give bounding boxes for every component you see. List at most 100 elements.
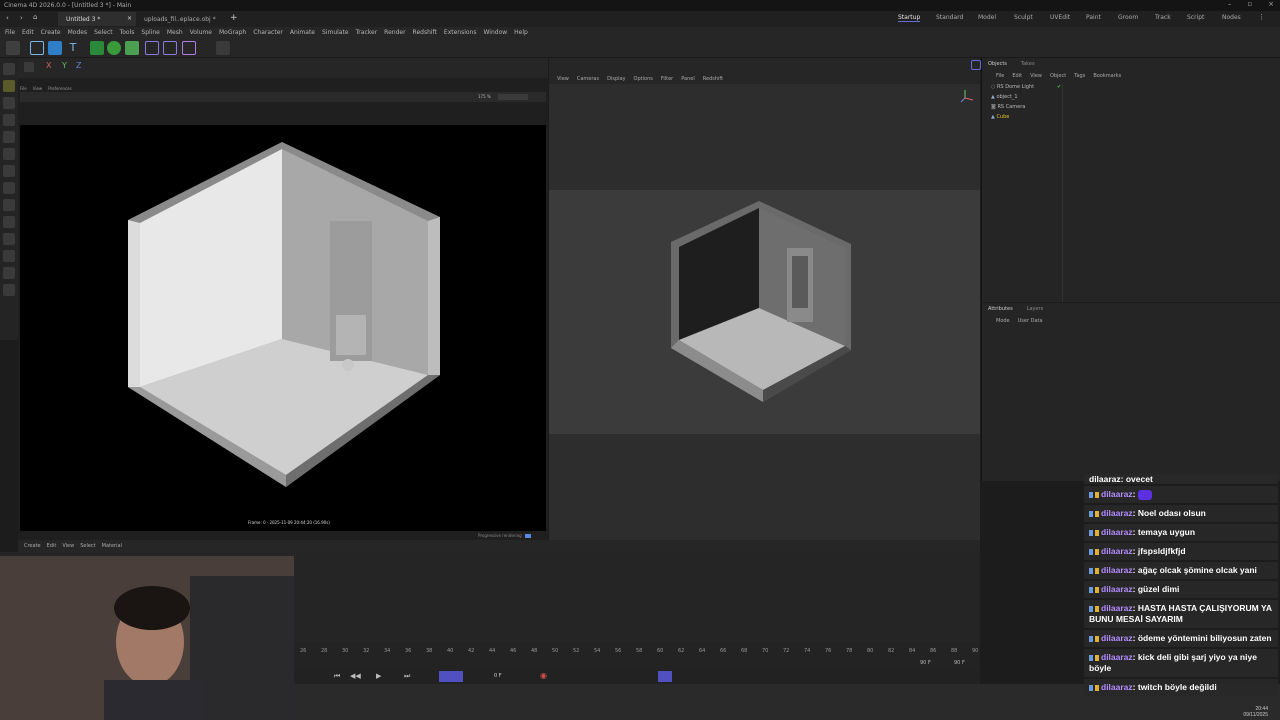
sphere-icon[interactable] xyxy=(48,41,62,55)
chat-username[interactable]: dilaaraz xyxy=(1101,603,1133,613)
layout-tab-startup[interactable]: Startup xyxy=(898,14,921,22)
layout-tab-paint[interactable]: Paint xyxy=(1086,14,1101,21)
object-item-cube[interactable]: ▲ Cube xyxy=(991,114,1009,120)
menu-redshift[interactable]: Redshift xyxy=(413,29,437,36)
layout-tab-model[interactable]: Model xyxy=(978,14,996,21)
rotate-icon[interactable] xyxy=(3,131,15,143)
chat-username[interactable]: dilaaraz xyxy=(1101,546,1133,556)
obj-menu-bookmarks[interactable]: Bookmarks xyxy=(1093,73,1121,79)
layout-tab-standard[interactable]: Standard xyxy=(936,14,963,21)
menu-tools[interactable]: Tools xyxy=(120,29,135,36)
tab-layers[interactable]: Layers xyxy=(1027,306,1044,312)
3d-viewport[interactable] xyxy=(549,84,980,540)
menu-window[interactable]: Window xyxy=(484,29,508,36)
obj-menu-tags[interactable]: Tags xyxy=(1074,73,1085,79)
object-item-rs-camera[interactable]: ◙ RS Camera xyxy=(991,104,1025,110)
layout-tab-script[interactable]: Script xyxy=(1187,14,1204,21)
minimize-icon[interactable]: – xyxy=(1228,0,1232,8)
snap-icon[interactable] xyxy=(216,41,230,55)
move-icon[interactable] xyxy=(3,114,15,126)
polygons-mode-icon[interactable] xyxy=(3,199,15,211)
edges-mode-icon[interactable] xyxy=(3,182,15,194)
cloner-icon[interactable] xyxy=(107,41,121,55)
chat-username[interactable]: dilaaraz xyxy=(1101,584,1133,594)
menu-edit[interactable]: Edit xyxy=(22,29,34,36)
axis-y-icon[interactable]: Y xyxy=(62,61,67,70)
text-tool-icon[interactable]: T xyxy=(66,41,80,55)
mograph-icon[interactable] xyxy=(90,41,104,55)
tab-objects[interactable]: Objects xyxy=(988,61,1007,67)
mat-menu-select[interactable]: Select xyxy=(80,543,95,549)
menu-mesh[interactable]: Mesh xyxy=(167,29,183,36)
menu-extensions[interactable]: Extensions xyxy=(444,29,477,36)
spline-shape-icon[interactable] xyxy=(163,41,177,55)
render-zoom[interactable]: 175 % xyxy=(478,94,491,99)
deformer-icon[interactable] xyxy=(125,41,139,55)
chat-username[interactable]: dilaaraz xyxy=(1101,565,1133,575)
forward-icon[interactable]: › xyxy=(20,14,23,22)
menu-simulate[interactable]: Simulate xyxy=(322,29,349,36)
menu-spline[interactable]: Spline xyxy=(141,29,159,36)
menu-tracker[interactable]: Tracker xyxy=(356,29,378,36)
chat-username[interactable]: dilaaraz xyxy=(1101,527,1133,537)
new-tab-icon[interactable]: + xyxy=(230,13,238,23)
render-settings-icon[interactable] xyxy=(24,62,34,72)
vp-menu-display[interactable]: Display xyxy=(607,76,625,82)
sculpt-icon[interactable] xyxy=(3,284,15,296)
vp-menu-view[interactable]: View xyxy=(557,76,569,82)
render-menu-file[interactable]: File xyxy=(20,86,27,91)
vp-menu-filter[interactable]: Filter xyxy=(661,76,673,82)
live-selection-icon[interactable] xyxy=(3,80,15,92)
keyframe-mode-toggle[interactable] xyxy=(658,671,672,682)
menu-render[interactable]: Render xyxy=(384,29,405,36)
tab-takes[interactable]: Takes xyxy=(1021,61,1035,67)
menu-modes[interactable]: Modes xyxy=(68,29,87,36)
check-icon[interactable]: ✔ xyxy=(1057,84,1061,90)
chat-username[interactable]: dilaaraz xyxy=(1101,508,1133,518)
obj-menu-view[interactable]: View xyxy=(1030,73,1042,79)
render-controls[interactable] xyxy=(402,61,562,73)
layout-tab-track[interactable]: Track xyxy=(1155,14,1171,21)
chat-username[interactable]: dilaaraz xyxy=(1101,682,1133,692)
record-icon[interactable]: ◉ xyxy=(540,671,547,680)
viewport-active-icon[interactable] xyxy=(971,60,981,70)
obj-menu-edit[interactable]: Edit xyxy=(1012,73,1022,79)
chat-username[interactable]: dilaaraz xyxy=(1101,489,1133,499)
menu-help[interactable]: Help xyxy=(514,29,528,36)
more-icon[interactable]: ⋮ xyxy=(1258,13,1265,21)
paint-icon[interactable] xyxy=(3,216,15,228)
menu-file[interactable]: File xyxy=(5,29,15,36)
tab-attributes[interactable]: Attributes xyxy=(988,306,1013,312)
render-menu-view[interactable]: View xyxy=(33,86,43,91)
menu-mograph[interactable]: MoGraph xyxy=(219,29,246,36)
axis-x-icon[interactable]: X xyxy=(46,61,51,70)
loop-toggle[interactable] xyxy=(439,671,463,682)
mat-menu-edit[interactable]: Edit xyxy=(47,543,57,549)
menu-animate[interactable]: Animate xyxy=(290,29,315,36)
mat-menu-material[interactable]: Material xyxy=(102,543,122,549)
vp-menu-redshift[interactable]: Redshift xyxy=(703,76,723,82)
obj-menu-object[interactable]: Object xyxy=(1050,73,1066,79)
brush-icon[interactable] xyxy=(3,250,15,262)
home-icon[interactable]: ⌂ xyxy=(33,13,37,21)
prev-key-icon[interactable]: ◀◀ xyxy=(350,672,361,680)
attr-menu-user-data[interactable]: User Data xyxy=(1018,318,1043,324)
close-window-icon[interactable]: × xyxy=(1268,0,1274,8)
chat-username[interactable]: dilaaraz xyxy=(1101,633,1133,643)
axis-z-icon[interactable]: Z xyxy=(76,61,81,70)
display-dropdown[interactable] xyxy=(498,94,528,100)
close-tab-icon[interactable]: × xyxy=(127,15,132,22)
chat-username[interactable]: dilaaraz xyxy=(1101,652,1133,662)
timeline[interactable]: 26 28 30 32 34 36 38 40 42 44 46 48 50 52 54 56 58 60 62 64… xyxy=(294,642,980,670)
layout-tab-sculpt[interactable]: Sculpt xyxy=(1014,14,1033,21)
maximize-icon[interactable]: ▫ xyxy=(1247,0,1252,8)
menu-character[interactable]: Character xyxy=(253,29,283,36)
doc-tab-untitled[interactable]: Untitled 3 * × xyxy=(58,12,136,26)
go-to-start-icon[interactable]: ⏮ xyxy=(334,672,340,681)
layout-tab-uvedit[interactable]: UVEdit xyxy=(1050,14,1070,21)
vp-menu-cameras[interactable]: Cameras xyxy=(577,76,599,82)
render-canvas[interactable]: Frame: 0 · 2025-11-09 20:44:20 (16.90s) xyxy=(20,125,546,531)
spline-pen-icon[interactable] xyxy=(145,41,159,55)
back-icon[interactable]: ‹ xyxy=(6,14,9,22)
layout-tab-groom[interactable]: Groom xyxy=(1118,14,1138,21)
